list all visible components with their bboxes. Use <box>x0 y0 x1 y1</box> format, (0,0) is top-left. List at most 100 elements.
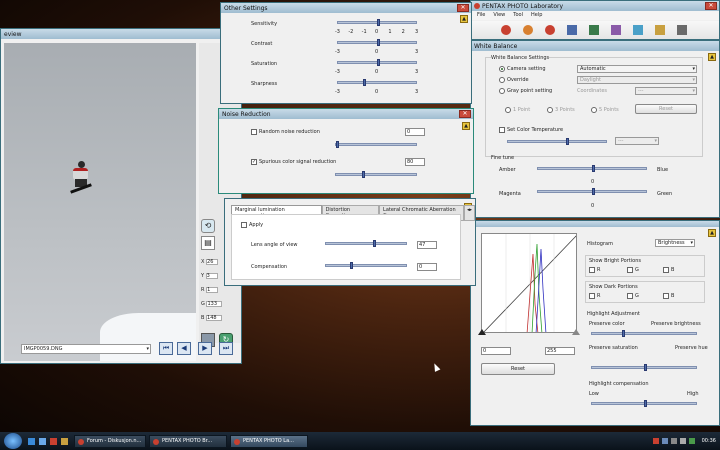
tool-icon[interactable] <box>633 25 643 35</box>
tool-icon[interactable] <box>523 25 533 35</box>
clock[interactable]: 00:36 <box>702 438 716 444</box>
random-noise-checkbox[interactable] <box>251 129 257 135</box>
slider-thumb[interactable] <box>336 141 339 148</box>
tray-icon[interactable] <box>679 438 686 444</box>
black-point-marker[interactable] <box>478 329 486 335</box>
menu-tool[interactable]: Tool <box>513 11 523 20</box>
random-noise-slider[interactable] <box>335 141 417 148</box>
nav-last-button[interactable]: ⏭ <box>219 342 233 355</box>
five-points-radio[interactable] <box>591 107 597 113</box>
noise-reduction-titlebar[interactable]: Noise Reduction ✕ <box>219 109 473 119</box>
taskbar-item-forum[interactable]: Forum - Diskusjon.n... <box>74 434 146 448</box>
setting-slider[interactable] <box>337 59 417 66</box>
camera-setting-radio[interactable] <box>499 66 505 72</box>
setting-slider[interactable] <box>337 19 417 26</box>
close-icon[interactable]: ✕ <box>459 110 471 118</box>
override-select[interactable]: Daylight <box>577 76 697 84</box>
slider-thumb[interactable] <box>363 79 367 86</box>
tool-icon[interactable] <box>589 25 599 35</box>
slider-thumb[interactable] <box>592 165 595 172</box>
quick-launch-icon[interactable] <box>61 437 68 445</box>
slider-thumb[interactable] <box>566 138 569 145</box>
tool-icon[interactable] <box>501 25 511 35</box>
random-noise-value[interactable]: 0 <box>405 128 425 136</box>
spurious-color-value[interactable]: 80 <box>405 158 425 166</box>
setting-slider[interactable] <box>337 39 417 46</box>
slider-thumb[interactable] <box>644 400 647 407</box>
tool-icon[interactable] <box>567 25 577 35</box>
gray-point-radio[interactable] <box>499 88 505 94</box>
other-settings-titlebar[interactable]: Other Settings ✕ <box>221 3 471 13</box>
tray-icon[interactable] <box>661 438 668 444</box>
file-select[interactable]: IMGP0059.DNG <box>21 344 151 354</box>
color-temp-select[interactable]: --- <box>615 137 659 145</box>
collapse-icon[interactable]: ▲ <box>460 15 468 23</box>
setting-slider[interactable] <box>337 79 417 86</box>
nav-first-button[interactable]: ⏮ <box>159 342 173 355</box>
collapse-icon[interactable]: ▲ <box>708 229 716 237</box>
apply-checkbox[interactable] <box>241 222 247 228</box>
preserve-color-slider[interactable] <box>591 330 697 337</box>
three-points-radio[interactable] <box>547 107 553 113</box>
bright-g-checkbox[interactable] <box>627 267 633 273</box>
tool-icon[interactable] <box>677 25 687 35</box>
slider-thumb[interactable] <box>376 59 380 66</box>
quick-launch-icon[interactable] <box>50 437 57 445</box>
tray-icon[interactable] <box>688 438 695 444</box>
wb-reset-button[interactable]: Reset <box>635 104 697 114</box>
quick-launch-icon[interactable] <box>39 437 46 445</box>
slider-thumb[interactable] <box>376 19 380 26</box>
taskbar-item-browser[interactable]: PENTAX PHOTO Br... <box>149 434 227 448</box>
histogram-mode-select[interactable]: Brightness <box>655 239 695 247</box>
compensation-value[interactable]: 0 <box>417 263 437 271</box>
slider-thumb[interactable] <box>644 364 647 371</box>
preview-titlebar[interactable]: eview <box>1 29 241 39</box>
menu-help[interactable]: Help <box>531 11 542 20</box>
high-value-input[interactable]: 255 <box>545 347 575 355</box>
close-icon[interactable]: ✕ <box>457 4 469 12</box>
slider-thumb[interactable] <box>592 188 595 195</box>
one-point-radio[interactable] <box>505 107 511 113</box>
override-radio[interactable] <box>499 77 505 83</box>
lab-titlebar[interactable]: PENTAX PHOTO Laboratory ✕ <box>471 1 719 11</box>
highlight-comp-slider[interactable] <box>591 400 697 407</box>
spurious-color-slider[interactable] <box>335 171 417 178</box>
menu-file[interactable]: File <box>477 11 485 20</box>
compensation-slider[interactable] <box>325 262 407 269</box>
white-point-marker[interactable] <box>572 329 580 335</box>
color-temp-checkbox[interactable] <box>499 127 505 133</box>
slider-thumb[interactable] <box>349 262 353 269</box>
quick-launch-icon[interactable] <box>28 437 35 445</box>
spurious-color-checkbox[interactable]: ✓ <box>251 159 257 165</box>
histogram-reset-button[interactable]: Reset <box>481 363 555 375</box>
white-balance-titlebar[interactable]: White Balance <box>471 41 719 51</box>
close-icon[interactable]: ✕ <box>705 2 717 10</box>
tool-icon[interactable] <box>655 25 665 35</box>
magenta-green-slider[interactable] <box>537 188 647 195</box>
amber-blue-slider[interactable] <box>537 165 647 172</box>
nav-next-button[interactable]: ▶ <box>198 342 212 355</box>
slider-thumb[interactable] <box>622 330 625 337</box>
tool-icon[interactable] <box>545 25 555 35</box>
tray-icon[interactable] <box>670 438 677 444</box>
tool-icon[interactable] <box>611 25 621 35</box>
rotate-icon[interactable]: ⟲ <box>201 219 215 233</box>
start-button[interactable] <box>4 433 22 449</box>
dark-g-checkbox[interactable] <box>627 293 633 299</box>
color-temp-slider[interactable] <box>507 138 607 145</box>
bright-r-checkbox[interactable] <box>589 267 595 273</box>
slider-thumb[interactable] <box>373 240 377 247</box>
slider-thumb[interactable] <box>376 39 380 46</box>
low-value-input[interactable]: 0 <box>481 347 511 355</box>
collapse-icon[interactable]: ▲ <box>708 53 716 61</box>
lens-angle-slider[interactable] <box>325 240 407 247</box>
dark-b-checkbox[interactable] <box>663 293 669 299</box>
collapse-icon[interactable]: ▲ <box>462 122 470 130</box>
lens-angle-value[interactable]: 47 <box>417 241 437 249</box>
coordinates-select[interactable]: --- <box>635 87 697 95</box>
slider-thumb[interactable] <box>362 171 366 178</box>
tray-icon[interactable] <box>652 438 659 444</box>
view-icon[interactable]: ▤ <box>201 236 215 250</box>
tab-scroll-icon[interactable]: ◂▸ <box>463 205 475 221</box>
histogram-titlebar[interactable] <box>471 221 719 227</box>
